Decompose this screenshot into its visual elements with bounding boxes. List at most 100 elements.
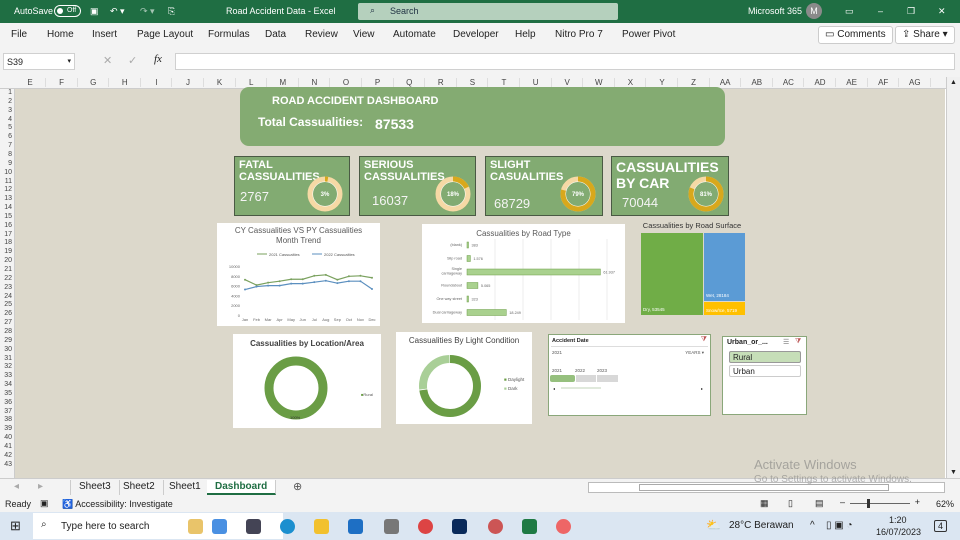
redo-icon[interactable]: ↷ ▾ bbox=[140, 6, 155, 17]
task-view-icon[interactable] bbox=[246, 519, 261, 534]
calculator-icon[interactable] bbox=[384, 519, 399, 534]
row-header[interactable]: 37 bbox=[0, 408, 14, 415]
row-header[interactable]: 38 bbox=[0, 416, 14, 423]
timeline-bar[interactable] bbox=[597, 375, 618, 382]
row-header[interactable]: 4 bbox=[0, 116, 14, 123]
column-header[interactable]: O bbox=[331, 78, 362, 87]
timeline-slicer[interactable]: Accident Date ⧩ 2021 YEARS ▾ 2021 2022 2… bbox=[548, 334, 711, 416]
sheet-tab-dashboard[interactable]: Dashboard bbox=[207, 480, 277, 495]
row-header[interactable]: 19 bbox=[0, 248, 14, 255]
column-header[interactable]: AB bbox=[742, 78, 773, 87]
column-header[interactable]: S bbox=[457, 78, 489, 87]
row-header[interactable]: 33 bbox=[0, 372, 14, 379]
column-header[interactable]: U bbox=[521, 78, 552, 87]
search-box[interactable]: ⌕ Search bbox=[358, 3, 618, 20]
timeline-year[interactable]: 2023 bbox=[597, 368, 607, 373]
row-header[interactable]: 21 bbox=[0, 266, 14, 273]
timeline-scrollbar[interactable]: ◂ ▸ bbox=[553, 386, 703, 391]
tab-automate[interactable]: Automate bbox=[393, 29, 436, 40]
normal-view-icon[interactable]: ▦ bbox=[760, 498, 769, 509]
column-header[interactable]: Y bbox=[647, 78, 678, 87]
line-chart-panel[interactable]: CY Cassualities VS PY Cassualities Month… bbox=[217, 223, 380, 326]
add-sheet-icon[interactable]: ⊕ bbox=[293, 480, 302, 493]
timeline-level-dropdown[interactable]: YEARS ▾ bbox=[685, 350, 704, 356]
chrome-profile-icon[interactable] bbox=[488, 519, 503, 534]
tray-icons[interactable]: ▯ ▣ ◔ bbox=[826, 520, 853, 531]
vertical-scrollbar[interactable]: ▲ ▼ bbox=[946, 77, 960, 478]
row-header[interactable]: 10 bbox=[0, 169, 14, 176]
row-header[interactable]: 13 bbox=[0, 195, 14, 202]
row-header[interactable]: 18 bbox=[0, 239, 14, 246]
row-header[interactable]: 24 bbox=[0, 293, 14, 300]
column-header[interactable]: E bbox=[15, 78, 46, 87]
slicer-item-rural[interactable]: Rural bbox=[729, 351, 801, 363]
row-header[interactable]: 27 bbox=[0, 319, 14, 326]
row-header[interactable]: 11 bbox=[0, 178, 14, 185]
avatar[interactable]: M bbox=[806, 3, 822, 19]
name-box[interactable]: S39 ▾ bbox=[3, 53, 75, 70]
timeline-selected-bar[interactable] bbox=[550, 375, 575, 382]
tab-nitro[interactable]: Nitro Pro 7 bbox=[555, 29, 603, 40]
macro-icon[interactable]: ▣ bbox=[40, 498, 49, 509]
clear-filter-icon[interactable]: ⧩ bbox=[701, 336, 707, 344]
accessibility-status[interactable]: ♿ Accessibility: Investigate bbox=[62, 499, 173, 510]
cancel-icon[interactable]: ✕ bbox=[103, 54, 112, 67]
column-header[interactable]: R bbox=[426, 78, 457, 87]
restore-icon[interactable]: ❐ bbox=[907, 6, 915, 17]
edge-icon[interactable] bbox=[280, 519, 295, 534]
page-layout-view-icon[interactable]: ▯ bbox=[788, 498, 793, 509]
row-header[interactable]: 41 bbox=[0, 443, 14, 450]
column-header[interactable]: F bbox=[47, 78, 78, 87]
widgets-icon[interactable] bbox=[188, 519, 203, 534]
row-header[interactable]: 42 bbox=[0, 452, 14, 459]
row-header[interactable]: 1 bbox=[0, 89, 14, 96]
row-header[interactable]: 14 bbox=[0, 204, 14, 211]
minimize-icon[interactable]: – bbox=[878, 6, 883, 16]
row-header[interactable]: 31 bbox=[0, 355, 14, 362]
column-header[interactable]: V bbox=[552, 78, 584, 87]
row-header[interactable]: 34 bbox=[0, 381, 14, 388]
row-header[interactable]: 17 bbox=[0, 231, 14, 238]
row-header[interactable]: 9 bbox=[0, 160, 14, 167]
row-header[interactable]: 25 bbox=[0, 301, 14, 308]
tab-file[interactable]: File bbox=[11, 29, 27, 40]
tab-home[interactable]: Home bbox=[47, 29, 74, 40]
treemap-panel[interactable]: Cassualities by Road Surface Dry, 53545 … bbox=[638, 220, 746, 318]
sheet-tab-sheet2[interactable]: Sheet2 bbox=[115, 480, 164, 495]
column-header[interactable]: AA bbox=[710, 78, 742, 87]
multi-select-icon[interactable]: ☰ bbox=[783, 338, 789, 346]
prev-sheet-icon[interactable]: ◂ bbox=[14, 481, 19, 492]
column-header[interactable]: X bbox=[615, 78, 647, 87]
timeline-year[interactable]: 2022 bbox=[575, 368, 585, 373]
row-header[interactable]: 26 bbox=[0, 310, 14, 317]
clock-time[interactable]: 1:20 bbox=[889, 515, 907, 525]
tab-insert[interactable]: Insert bbox=[92, 29, 117, 40]
undo-icon[interactable]: ↶ ▾ bbox=[110, 6, 125, 17]
column-header[interactable]: T bbox=[489, 78, 520, 87]
column-header[interactable]: Z bbox=[679, 78, 710, 87]
tray-chevron-icon[interactable]: ^ bbox=[810, 520, 815, 531]
column-header[interactable]: AE bbox=[837, 78, 868, 87]
zoom-level[interactable]: 62% bbox=[936, 499, 954, 509]
row-header[interactable]: 2 bbox=[0, 98, 14, 105]
column-header[interactable]: P bbox=[363, 78, 394, 87]
row-header[interactable]: 15 bbox=[0, 213, 14, 220]
row-header[interactable]: 20 bbox=[0, 257, 14, 264]
water-icon[interactable] bbox=[212, 519, 227, 534]
row-header[interactable]: 12 bbox=[0, 186, 14, 193]
tab-help[interactable]: Help bbox=[515, 29, 536, 40]
row-header[interactable]: 36 bbox=[0, 399, 14, 406]
column-header[interactable]: H bbox=[110, 78, 141, 87]
row-header[interactable]: 3 bbox=[0, 107, 14, 114]
timeline-year[interactable]: 2021 bbox=[552, 368, 562, 373]
sheet-tab-sheet3[interactable]: Sheet3 bbox=[70, 480, 120, 495]
tab-developer[interactable]: Developer bbox=[453, 29, 499, 40]
snipping-tool-icon[interactable] bbox=[556, 519, 571, 534]
row-header[interactable]: 35 bbox=[0, 390, 14, 397]
column-header[interactable]: AG bbox=[900, 78, 931, 87]
column-header[interactable]: AC bbox=[773, 78, 805, 87]
column-header[interactable]: N bbox=[299, 78, 331, 87]
bar-chart-panel[interactable]: Cassualities by Road Type (blank) 383 Slip… bbox=[422, 224, 625, 323]
clear-filter-icon[interactable]: ⧩ bbox=[795, 338, 801, 346]
row-header[interactable]: 40 bbox=[0, 434, 14, 441]
